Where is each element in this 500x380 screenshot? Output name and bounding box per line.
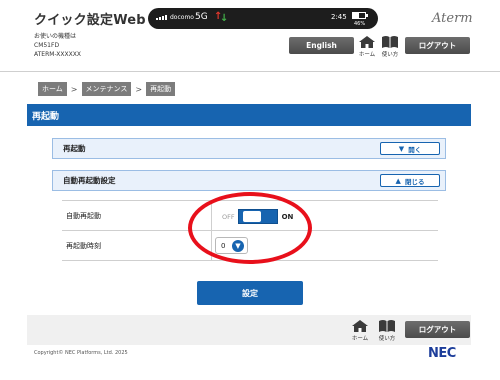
toggle-off-label: OFF <box>222 212 235 221</box>
breadcrumb-restart: 再起動 <box>146 82 176 96</box>
battery-icon <box>352 12 368 19</box>
apply-button[interactable]: 設定 <box>197 281 303 305</box>
battery-percent: 46% <box>354 21 366 27</box>
auto-restart-settings: 自動再起動 OFF ON 再起動時刻 0 ▼ <box>62 200 438 261</box>
accordion-restart[interactable]: 再起動 ▼ 開く <box>52 138 446 159</box>
status-time: 2:45 <box>331 13 347 21</box>
app-title: クイック設定Web <box>34 13 146 28</box>
chevron-down-icon: ▼ <box>398 144 405 153</box>
english-button[interactable]: English <box>289 37 354 54</box>
chevron-up-icon: ▲ <box>395 176 401 185</box>
page: クイック設定Web docomo 5G ↑ ↓ 2:45 46% Aterm お… <box>0 0 500 380</box>
nec-logo: NEC <box>428 346 456 361</box>
header-divider <box>0 71 500 72</box>
breadcrumb: ホーム > メンテナンス > 再起動 <box>38 82 176 96</box>
home-label: ホーム <box>358 52 376 58</box>
restart-time-value: 0 <box>221 241 226 250</box>
book-icon <box>379 320 395 332</box>
footer-help-button[interactable]: 使い方 <box>378 319 396 342</box>
toggle-on-label: ON <box>281 212 294 221</box>
footer-logout-button[interactable]: ログアウト <box>405 321 470 338</box>
device-model: CM51FD <box>34 42 60 49</box>
signal-icon <box>156 15 167 20</box>
close-toggle-button[interactable]: ▲ 閉じる <box>380 174 440 187</box>
home-icon <box>359 36 375 48</box>
setting-row: 再起動時刻 0 ▼ <box>62 231 438 261</box>
breadcrumb-separator: > <box>135 84 143 94</box>
toggle-label: 閉じる <box>404 177 425 186</box>
restart-time-label: 再起動時刻 <box>66 231 212 260</box>
home-icon <box>352 320 368 332</box>
network-type: 5G <box>195 12 208 22</box>
help-button[interactable]: 使い方 <box>381 35 399 58</box>
accordion-title: 再起動 <box>63 144 86 153</box>
copyright-text: Copyright© NEC Platforms, Ltd. 2025 <box>34 350 128 356</box>
device-info: お使いの機種は CM51FD ATERM-XXXXXX <box>34 32 81 59</box>
restart-time-select[interactable]: 0 ▼ <box>215 237 248 254</box>
toggle-switch[interactable] <box>237 209 278 224</box>
download-arrow-icon: ↓ <box>220 13 229 24</box>
help-label: 使い方 <box>381 52 399 58</box>
setting-row: 自動再起動 OFF ON <box>62 201 438 231</box>
auto-restart-label: 自動再起動 <box>66 201 212 230</box>
breadcrumb-maintenance[interactable]: メンテナンス <box>81 82 132 96</box>
accordion-title: 自動再起動設定 <box>63 176 116 185</box>
device-label: お使いの機種は <box>34 33 77 40</box>
carrier-name: docomo <box>170 14 194 21</box>
auto-restart-toggle[interactable]: OFF ON <box>222 209 293 224</box>
logout-button[interactable]: ログアウト <box>405 37 470 54</box>
chevron-down-icon: ▼ <box>232 240 244 252</box>
device-status-bar: docomo 5G ↑ ↓ 2:45 46% <box>148 8 378 29</box>
aterm-logo: Aterm <box>432 11 473 26</box>
device-id: ATERM-XXXXXX <box>34 51 81 58</box>
toggle-knob <box>242 211 261 222</box>
toggle-label: 開く <box>408 145 422 154</box>
home-button[interactable]: ホーム <box>358 35 376 58</box>
book-icon <box>382 36 398 48</box>
open-toggle-button[interactable]: ▼ 開く <box>380 142 440 155</box>
accordion-auto-restart[interactable]: 自動再起動設定 ▲ 閉じる <box>52 170 446 191</box>
page-title: 再起動 <box>27 104 471 126</box>
home-label: ホーム <box>351 336 369 342</box>
help-label: 使い方 <box>378 336 396 342</box>
breadcrumb-separator: > <box>70 84 78 94</box>
footer-home-button[interactable]: ホーム <box>351 319 369 342</box>
breadcrumb-home[interactable]: ホーム <box>38 82 67 96</box>
